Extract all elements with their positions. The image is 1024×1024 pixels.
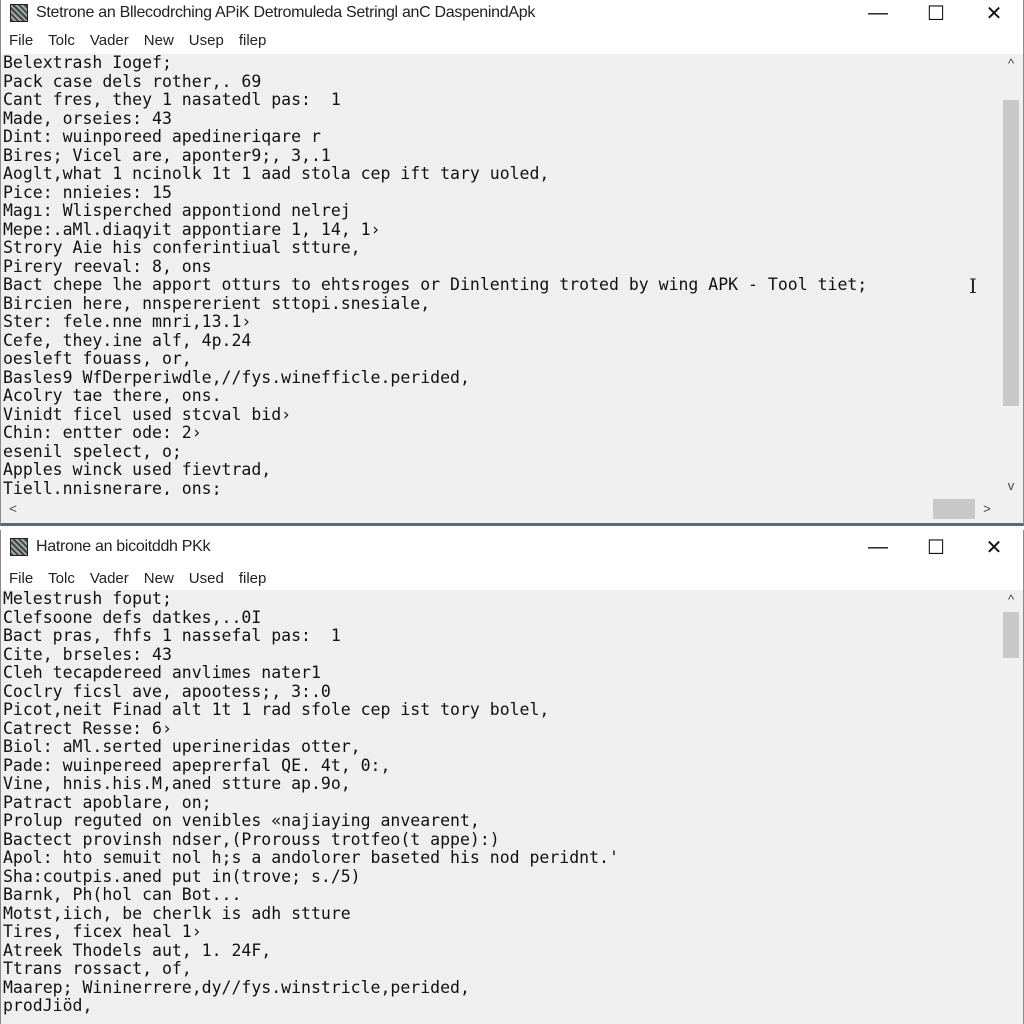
menu-tolc[interactable]: Tolc [48,32,75,49]
text-area[interactable]: Belextrash Iogef; Pack case dels rother,.… [1,54,999,495]
menu-tolc[interactable]: Tolc [48,570,75,587]
menu-filep[interactable]: filep [239,32,267,49]
text-line: Basles9 WfDerperiwdle,//fys.winefficle.p… [3,367,470,387]
scroll-left-icon[interactable]: < [1,501,25,516]
horizontal-scroll-thumb[interactable] [933,499,975,519]
window-title: Stetrone an Bllecodrching APiK Detromule… [36,4,536,21]
text-line: Atreek Thodels aut, 1. 24F, [3,940,272,960]
text-line: Patract apoblare, on; [3,792,212,812]
title-bar[interactable]: Stetrone an Bllecodrching APiK Detromule… [1,0,1023,26]
text-line: Belextrash Iogef; [3,54,172,72]
text-line: Made, orseies: 43 [3,108,172,128]
text-line: Biol: aMl.serted uperineridas otter, [3,737,361,756]
text-line: esenil spelect, o; [3,441,182,461]
menu-new[interactable]: New [144,570,174,587]
vertical-scrollbar[interactable]: ^ v [999,54,1023,495]
menu-new[interactable]: New [144,32,174,49]
text-line: Maarep; Wininerrere,dy//fys.winstricle,p… [3,977,470,997]
text-line: Motst,iich, be cherlk is adh stture [3,903,351,923]
text-line: Ttrans rossact, of, [3,959,192,978]
close-button[interactable]: ✕ [965,0,1023,26]
text-line: Bact pras, fhfs 1 nassefal pas: 1 [3,626,341,645]
text-line: Bactect provinsh ndser,(Prorouss trotfeo… [3,829,500,849]
text-line: Mepe:.aMl.diaqyit appontiare 1, 14, 1› [3,219,381,239]
text-line: Barnk, Ph(hol can Bot... [3,885,242,904]
text-line: Ster: fele.nne mnri,13.1› [3,312,252,331]
text-line: prodJiöd, [3,996,93,1015]
scroll-down-icon[interactable]: v [999,478,1023,493]
text-line: Cite, brseles: 43 [3,644,172,664]
text-line: Tires, ficex heal 1› [3,922,202,941]
text-area[interactable]: Melestrush foput; Clefsoone defs datkes,.… [1,590,999,1024]
text-line: Catrect Resse: 6› [3,718,172,738]
menu-file[interactable]: File [9,32,33,49]
menu-bar: File Tolc Vader New Used filep [1,564,1023,592]
scroll-up-icon[interactable]: ^ [999,56,1023,71]
text-line: oesleft fouass, or, [3,349,192,368]
text-line: Bires; Vicel are, aponter9;, 3,.1 [3,145,331,165]
app-icon [10,538,28,556]
menu-filep[interactable]: filep [239,570,267,587]
text-line: Acolry tae there, ons. [3,386,222,405]
text-line: Sha:coutpis.aned put in(trove; s./5) [3,866,361,886]
text-cursor-icon: I [969,274,977,298]
maximize-button[interactable]: ☐ [907,534,965,560]
text-line: Apol: hto semuit nol h;s a andolorer bas… [3,848,619,867]
text-line: Bact chepe lhe apport otturs to ehtsroge… [3,275,868,294]
editor-window-top: Stetrone an Bllecodrching APiK Detromule… [0,0,1024,526]
app-icon [10,4,28,22]
text-line: Pirery reeval: 8, ons [3,256,212,276]
minimize-button[interactable]: — [849,534,907,560]
text-line: Pice: nnieies: 15 [3,182,172,202]
text-line: Vine, hnis.his.M,aned stture ap.9o, [3,774,351,793]
text-line: Cefe, they.ine alf, 4p.24 [3,330,252,350]
window-title: Hatrone an bicoitddh PKk [36,538,211,555]
text-line: Coclry ficsl ave, apootess;, 3:.0 [3,681,331,701]
title-bar[interactable]: Hatrone an bicoitddh PKk — ☐ ✕ [1,530,1023,564]
scroll-thumb[interactable] [1003,100,1019,406]
minimize-button[interactable]: — [849,0,907,26]
horizontal-scrollbar[interactable]: < > [1,495,1023,523]
text-line: Pack case dels rother,. 69 [3,71,262,91]
text-line: Strory Aie his conferintiual stture, [3,238,361,257]
text-line: Dint: wuinporeed apedineriqare r [3,127,321,146]
menu-vader[interactable]: Vader [90,32,129,49]
scroll-up-icon[interactable]: ^ [999,592,1023,607]
text-line: Magı: Wlisperched appontiond nelrej [3,201,351,220]
menu-used[interactable]: Used [189,570,224,587]
text-line: Pade: wuinpereed apeprerfal QE. 4t, 0:, [3,755,391,775]
maximize-button[interactable]: ☐ [907,0,965,26]
scroll-thumb[interactable] [1003,612,1019,658]
close-button[interactable]: ✕ [965,534,1023,560]
scroll-right-icon[interactable]: > [975,501,999,516]
menu-bar: File Tolc Vader New Usep filep [1,26,1023,54]
text-line: Aoglt,what 1 ncinolk 1t 1 aad stola cep … [3,164,550,183]
text-line: Tiell.nnisnerare, ons; [3,478,222,495]
menu-usep[interactable]: Usep [189,32,224,49]
text-line: Prolup reguted on venibles «najiaying an… [3,811,480,830]
text-line: Bircien here, nnspererient sttopi.snesia… [3,293,431,313]
text-line: Chin: entter ode: 2› [3,423,202,442]
menu-vader[interactable]: Vader [90,570,129,587]
text-line: Picot,neit Finad alt 1t 1 rad sfole cep … [3,700,550,719]
editor-window-bottom: Hatrone an bicoitddh PKk — ☐ ✕ File Tolc… [0,530,1024,1024]
text-line: Cant fres, they 1 nasatedl pas: 1 [3,90,341,109]
text-line: Melestrush foput; [3,590,172,608]
vertical-scrollbar[interactable]: ^ [999,590,1023,1024]
text-line: Vinidt ficel used stcval bid› [3,404,292,424]
text-line: Clefsoone defs datkes,..0I [3,607,262,627]
text-line: Cleh tecapdereed anvlimes nater1 [3,663,321,682]
menu-file[interactable]: File [9,570,33,587]
text-line: Apples winck used fievtrad, [3,460,272,479]
